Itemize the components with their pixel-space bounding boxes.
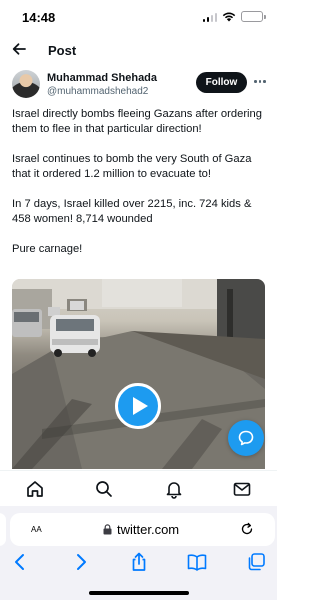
cellular-signal-icon (202, 12, 217, 22)
back-icon[interactable] (9, 551, 31, 573)
status-bar: 14:48 (0, 0, 277, 36)
text-size-button[interactable]: AA (31, 523, 42, 535)
author-name[interactable]: Muhammad Shehada (47, 72, 157, 84)
tweet-paragraph: Pure carnage! (12, 243, 83, 255)
back-arrow-icon[interactable] (10, 40, 28, 58)
author-handle[interactable]: @muhammadshehad2 (47, 86, 148, 97)
tweet-paragraph: Israel directly bombs fleeing Gazans aft… (12, 108, 262, 135)
search-icon[interactable] (94, 479, 114, 499)
reload-icon[interactable] (240, 522, 254, 536)
video-thumbnail (12, 279, 265, 469)
tweet-paragraph: In 7 days, Israel killed over 2215, inc.… (12, 198, 252, 225)
play-button[interactable] (115, 383, 161, 429)
bottom-nav (0, 470, 277, 506)
reply-bubble-icon (238, 430, 254, 446)
tweet-paragraph: Israel continues to bomb the very South … (12, 153, 252, 180)
browser-bar: AA twitter.com (0, 506, 277, 600)
messages-icon[interactable] (232, 479, 252, 499)
status-time: 14:48 (22, 10, 56, 25)
more-options-icon[interactable] (254, 80, 266, 83)
video-player[interactable] (12, 279, 265, 469)
post-header: Post (0, 36, 277, 66)
address-bar[interactable]: AA twitter.com (10, 513, 275, 546)
play-icon (132, 397, 148, 415)
forward-icon[interactable] (70, 551, 92, 573)
lock-icon (103, 524, 112, 535)
tweet-text: Israel directly bombs fleeing Gazans aft… (12, 107, 268, 272)
page-title: Post (48, 43, 77, 58)
avatar[interactable] (12, 70, 40, 98)
home-icon[interactable] (25, 479, 45, 499)
home-indicator (89, 591, 189, 595)
author-row: Muhammad Shehada @muhammadshehad2 Follow (0, 70, 277, 102)
battery-icon (241, 11, 266, 22)
share-icon[interactable] (128, 551, 150, 573)
url-text[interactable]: twitter.com (117, 522, 179, 537)
wifi-icon (222, 12, 236, 22)
bookmarks-icon[interactable] (186, 551, 208, 573)
tabs-icon[interactable] (245, 551, 267, 573)
notifications-icon[interactable] (164, 479, 184, 499)
follow-button[interactable]: Follow (196, 72, 247, 93)
status-icons (202, 11, 266, 22)
reply-button[interactable] (228, 420, 264, 456)
previous-tab-peek[interactable] (0, 513, 6, 546)
